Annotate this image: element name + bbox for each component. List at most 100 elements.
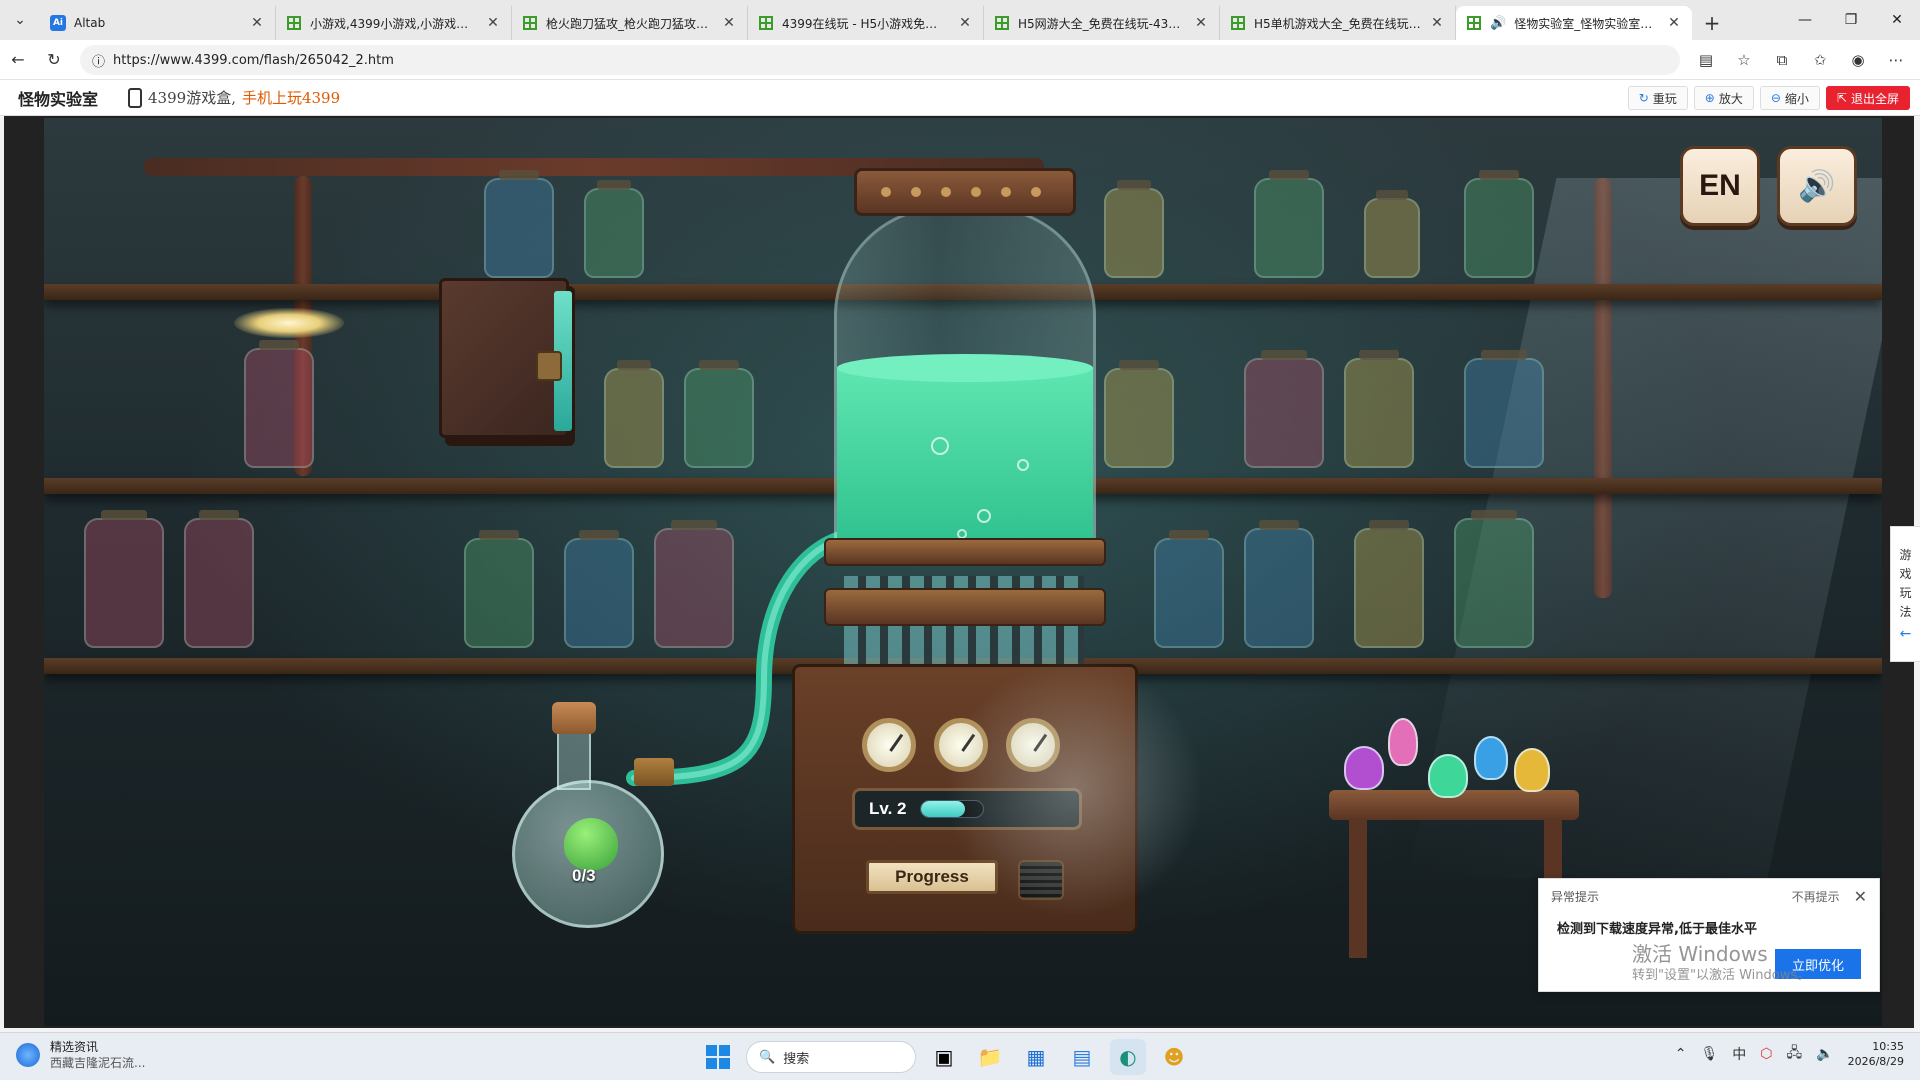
minimize-icon[interactable]: — [1782,0,1828,40]
close-icon[interactable]: ✕ [249,15,265,31]
purple-potion-icon[interactable] [1344,746,1384,790]
tab-title: 枪火跑刀猛攻_枪火跑刀猛攻html5 [546,16,713,31]
url-field[interactable]: ⓘ https://www.4399.com/flash/265042_2.ht… [80,45,1680,75]
microphone-icon[interactable]: 🎙 [1701,1046,1719,1062]
zoom-out-button[interactable]: ⊖ 缩小 [1759,86,1820,110]
star-icon[interactable]: ☆ [1728,44,1760,76]
game-box-promo[interactable]: 4399游戏盒, 手机上玩4399 [128,87,340,108]
replay-icon: ↻ [1638,91,1649,105]
anomaly-popup: 异常提示 不再提示 ✕ 检测到下载速度异常,低于最佳水平 立即优化 [1538,878,1880,992]
tab-title: 4399在线玩 - H5小游戏免费畅玩 | [782,16,949,31]
blue-potion-icon[interactable] [1474,736,1508,780]
popup-header: 异常提示 不再提示 ✕ [1539,879,1879,906]
tab-title: 小游戏,4399小游戏,小游戏大全,双 [310,16,477,31]
volume-icon[interactable]: 🔈 [1816,1046,1833,1062]
security-icon[interactable]: ⬡ [1760,1046,1772,1062]
pink-potion-icon[interactable] [1388,718,1418,766]
start-button[interactable] [700,1039,736,1075]
restore-icon[interactable]: ❐ [1828,0,1874,40]
exit-fullscreen-icon: ⇱ [1836,91,1847,105]
store-icon[interactable]: ▦ [1018,1039,1054,1075]
replay-button[interactable]: ↻ 重玩 [1627,86,1688,110]
back-arrow-icon[interactable]: ← [0,44,36,76]
rivet [1031,187,1041,197]
search-icon: 🔍 [759,1049,776,1065]
bubble [977,509,991,523]
task-view-icon[interactable]: ▣ [926,1039,962,1075]
sound-button[interactable]: 🔊 [1777,146,1857,226]
grid-icon [994,15,1010,31]
close-icon[interactable]: ✕ [1429,15,1445,31]
new-tab-plus-icon[interactable]: + [1692,6,1732,40]
game-toolbar: 怪物实验室 4399游戏盒, 手机上玩4399 ↻ 重玩 ⊕ 放大 ⊖ 缩小 ⇱ 退出全… [0,80,1920,116]
grid-icon [522,15,538,31]
photos-icon[interactable]: ▤ [1064,1039,1100,1075]
news-text: 精选资讯 西藏吉隆泥石流... [50,1039,145,1071]
reload-icon[interactable]: ↻ [36,44,72,76]
taskbar: 精选资讯 西藏吉隆泥石流... 🔍 搜索 ▣ 📁 ▦ ▤ ◐ ☻ ⌃ 🎙 中 ⬡… [0,1032,1920,1080]
exit-fullscreen-button[interactable]: ⇱ 退出全屏 [1825,86,1910,110]
system-tray: ⌃ 🎙 中 ⬡ 🖧 🔈 10:35 2026/8/29 [1675,1039,1904,1069]
favorites-icon[interactable]: ✩ [1804,44,1836,76]
edge-icon[interactable]: ◐ [1110,1039,1146,1075]
tank-liquid [837,354,1093,543]
side-tab-char: 游 [1899,548,1912,562]
language-button[interactable]: EN [1680,146,1760,226]
dont-remind-link[interactable]: 不再提示 [1792,888,1840,905]
close-icon[interactable]: ✕ [957,15,973,31]
yellow-potion-icon[interactable] [1514,748,1550,792]
zoom-in-button[interactable]: ⊕ 放大 [1693,86,1754,110]
profile-icon[interactable]: ◉ [1842,44,1874,76]
tab-title: H5单机游戏大全_免费在线玩-4399 [1254,16,1421,31]
taskbar-search[interactable]: 🔍 搜索 [746,1041,916,1073]
url-text: https://www.4399.com/flash/265042_2.htm [113,52,394,68]
browser-actions: ▤ ☆ ⧉ ✩ ◉ ⋯ [1690,44,1912,76]
exit-fullscreen-label: 退出全屏 [1850,91,1899,106]
tab-monster-lab[interactable]: 🔊 怪物实验室_怪物实验室html5 ✕ [1456,6,1692,40]
promo-link[interactable]: 手机上玩4399 [242,87,340,108]
gauge-icon [862,718,916,772]
side-tab-char: 法 [1899,605,1912,619]
close-icon[interactable]: ✕ [1854,887,1867,906]
info-icon[interactable]: ⓘ [92,51,105,70]
app-icon[interactable]: ☻ [1156,1039,1192,1075]
tab-h5-single[interactable]: H5单机游戏大全_免费在线玩-4399 ✕ [1220,6,1456,40]
network-icon[interactable]: 🖧 [1787,1042,1803,1066]
tab-4399-home[interactable]: 小游戏,4399小游戏,小游戏大全,双 ✕ [276,6,512,40]
more-icon[interactable]: ⋯ [1880,44,1912,76]
level-text: Lv. 2 [869,799,907,818]
clock[interactable]: 10:35 2026/8/29 [1848,1039,1904,1069]
promo-text: 4399游戏盒, [148,89,236,107]
tab-title: Altab [74,16,106,30]
tab-h5-online[interactable]: H5网游大全_免费在线玩-4399在线 ✕ [984,6,1220,40]
close-icon[interactable]: ✕ [721,15,737,31]
news-widget[interactable]: 精选资讯 西藏吉隆泥石流... [16,1039,145,1071]
reader-icon[interactable]: ▤ [1690,44,1722,76]
speaker-icon[interactable]: 🔊 [1490,16,1506,31]
tab-4399-online[interactable]: 4399在线玩 - H5小游戏免费畅玩 | ✕ [748,6,984,40]
news-title: 精选资讯 [50,1040,99,1054]
optimize-button[interactable]: 立即优化 [1775,949,1861,979]
close-icon[interactable]: ✕ [1193,15,1209,31]
window-controls: — ❐ ✕ [1782,0,1920,40]
rivet [911,187,921,197]
file-explorer-icon[interactable]: 📁 [972,1039,1008,1075]
grid-icon [286,15,302,31]
close-icon[interactable]: ✕ [485,15,501,31]
news-subtitle: 西藏吉隆泥石流... [50,1056,146,1070]
game-guide-side-tab[interactable]: 游 戏 玩 法 ← [1890,526,1920,662]
tab-title: H5网游大全_免费在线玩-4399在线 [1018,16,1185,31]
search-label: 搜索 [783,1051,810,1067]
green-potion-icon[interactable] [1428,754,1468,798]
ime-icon[interactable]: 中 [1732,1044,1746,1064]
tab-altab[interactable]: Ai Altab ✕ [40,6,276,40]
tank-band [824,538,1106,566]
grid-icon [1230,15,1246,31]
extensions-icon[interactable]: ⧉ [1766,44,1798,76]
close-icon[interactable]: ✕ [1666,15,1682,31]
tab-gunfire[interactable]: 枪火跑刀猛攻_枪火跑刀猛攻html5 ✕ [512,6,748,40]
chevron-up-icon[interactable]: ⌃ [1675,1046,1687,1062]
close-window-icon[interactable]: ✕ [1874,0,1920,40]
tab-list-chevron-icon[interactable]: ⌄ [0,0,40,40]
replay-label: 重玩 [1652,91,1677,106]
